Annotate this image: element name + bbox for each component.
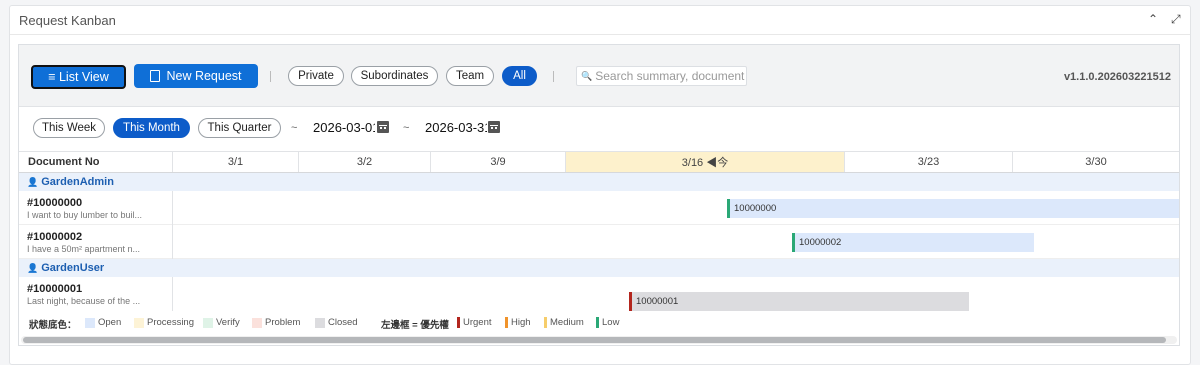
kanban-container: ≡ List View New Request Private Subordin… <box>18 44 1180 346</box>
document-no-header: Document No <box>19 152 173 172</box>
table-row[interactable]: #10000001 Last night, because of the ...… <box>19 277 1179 311</box>
request-bar[interactable]: 10000001 <box>629 292 969 311</box>
status-swatch <box>134 317 144 328</box>
document-summary: I want to buy lumber to buil... <box>27 210 143 220</box>
scrollbar-thumb[interactable] <box>23 337 1166 343</box>
status-swatch <box>203 317 213 328</box>
calendar-icon[interactable] <box>488 121 500 133</box>
row-document-cell: #10000002 I have a 50m² apartment n... <box>19 225 173 259</box>
legend-label: High <box>511 317 531 328</box>
status-swatch <box>252 317 262 328</box>
period-this-quarter-button[interactable]: This Quarter <box>198 118 281 138</box>
legend-item: Problem <box>252 317 300 328</box>
search-placeholder: Search summary, document <box>595 69 745 83</box>
legend-label: Processing <box>147 317 194 328</box>
legend-label: Open <box>98 317 122 328</box>
toolbar: ≡ List View New Request Private Subordin… <box>19 45 1179 107</box>
document-number: #10000001 <box>27 283 83 295</box>
new-request-button[interactable]: New Request <box>134 64 258 88</box>
date-filter-bar: This Week This Month This Quarter ~ 2026… <box>19 107 1179 152</box>
new-request-label: New Request <box>166 69 242 83</box>
scope-team-button[interactable]: Team <box>446 66 494 86</box>
calendar-icon[interactable] <box>377 121 389 133</box>
timeline-column-header: 3/2 <box>299 152 431 172</box>
timeline-column-header: 3/9 <box>431 152 566 172</box>
timeline-column-header: 3/23 <box>845 152 1013 172</box>
priority-marker <box>727 199 730 218</box>
expand-arrows-icon[interactable]: ⤢ <box>1171 12 1181 27</box>
date-from-input[interactable]: 2026-03-01 <box>313 120 375 138</box>
timeline-column-header: 3/1 <box>173 152 299 172</box>
priority-legend-title: 左邊框 = 優先權 <box>381 320 449 331</box>
bar-label: 10000001 <box>636 296 679 307</box>
legend-item: Closed <box>315 317 358 328</box>
request-bar[interactable]: 10000002 <box>792 233 1034 252</box>
group-name: GardenUser <box>41 262 105 274</box>
priority-swatch <box>544 317 547 328</box>
scope-private-button[interactable]: Private <box>288 66 344 86</box>
legend-item: Low <box>596 317 619 328</box>
search-input[interactable]: 🔍 Search summary, document <box>576 66 747 86</box>
horizontal-scrollbar[interactable] <box>21 336 1177 344</box>
document-number: #10000000 <box>27 197 83 209</box>
range-separator: ~ <box>403 122 410 134</box>
user-icon: 👤 <box>27 176 39 187</box>
group-header-gardenadmin[interactable]: 👤 GardenAdmin <box>19 173 1179 191</box>
legend-label: Closed <box>328 317 358 328</box>
search-icon: 🔍 <box>581 70 593 81</box>
document-summary: Last night, because of the ... <box>27 296 141 306</box>
row-document-cell: #10000000 I want to buy lumber to buil..… <box>19 191 173 225</box>
legend-item: Processing <box>134 317 194 328</box>
list-view-button[interactable]: ≡ List View <box>31 65 126 89</box>
table-row[interactable]: #10000000 I want to buy lumber to buil..… <box>19 191 1179 225</box>
bar-label: 10000002 <box>799 237 842 248</box>
request-bar[interactable]: 10000000 <box>727 199 1179 218</box>
bar-label: 10000000 <box>734 203 777 214</box>
document-number: #10000002 <box>27 231 83 243</box>
toolbar-separator <box>270 71 271 82</box>
chevron-up-icon[interactable]: ⌃ <box>1148 12 1158 26</box>
priority-marker <box>792 233 795 252</box>
legend-item: Open <box>85 317 121 328</box>
scope-all-button[interactable]: All <box>502 66 537 86</box>
status-swatch <box>315 317 325 328</box>
scope-subordinates-button[interactable]: Subordinates <box>351 66 438 86</box>
range-separator: ~ <box>291 122 298 134</box>
priority-marker <box>629 292 632 311</box>
document-icon <box>150 70 161 82</box>
legend-label: Problem <box>265 317 301 328</box>
status-swatch <box>85 317 95 328</box>
timeline-header: Document No 3/1 3/2 3/9 3/16 ◀今 3/23 3/3… <box>19 152 1179 173</box>
priority-swatch <box>505 317 508 328</box>
period-this-month-button[interactable]: This Month <box>113 118 190 138</box>
version-label: v1.1.0.202603221512 <box>1063 71 1171 83</box>
group-header-gardenuser[interactable]: 👤 GardenUser <box>19 259 1179 277</box>
priority-swatch <box>457 317 460 328</box>
toolbar-separator <box>553 71 554 82</box>
legend-item: Urgent <box>457 317 492 328</box>
panel-header: Request Kanban ⌃ ⤢ <box>10 6 1190 35</box>
legend-item: Medium <box>544 317 584 328</box>
legend-label: Low <box>602 317 620 328</box>
period-this-week-button[interactable]: This Week <box>33 118 105 138</box>
legend: 狀態底色： Open Processing Verify Problem Clo… <box>19 314 1179 332</box>
panel-title: Request Kanban <box>19 13 116 28</box>
user-icon: 👤 <box>27 262 39 273</box>
timeline-column-header: 3/30 <box>1085 156 1107 168</box>
date-to-input[interactable]: 2026-03-31 <box>425 120 487 138</box>
table-row[interactable]: #10000002 I have a 50m² apartment n... 1… <box>19 225 1179 259</box>
legend-item: High <box>505 317 531 328</box>
legend-label: Medium <box>550 317 584 328</box>
status-legend-title: 狀態底色： <box>29 320 77 331</box>
priority-swatch <box>596 317 599 328</box>
document-summary: I have a 50m² apartment n... <box>27 244 141 254</box>
group-name: GardenAdmin <box>41 176 114 188</box>
row-document-cell: #10000001 Last night, because of the ... <box>19 277 173 311</box>
legend-item: Verify <box>203 317 240 328</box>
legend-label: Verify <box>216 317 240 328</box>
request-kanban-panel: Request Kanban ⌃ ⤢ ≡ List View New Reque… <box>9 5 1191 365</box>
timeline-column-header-today: 3/16 ◀今 <box>566 152 845 172</box>
legend-label: Urgent <box>463 317 492 328</box>
